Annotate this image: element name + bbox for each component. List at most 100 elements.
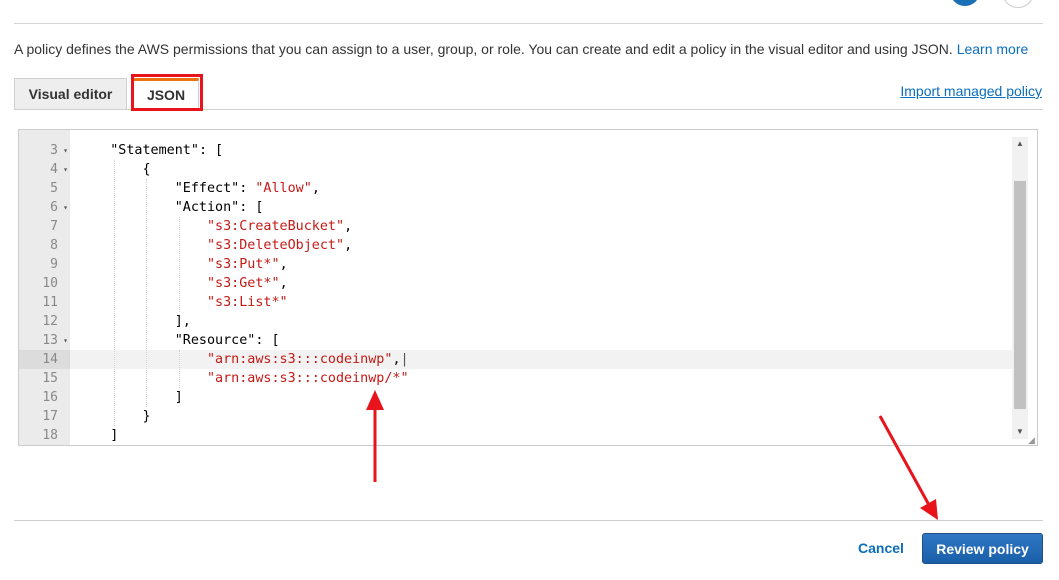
- scrollbar-thumb[interactable]: [1014, 181, 1026, 409]
- code-punctuation: : [: [198, 143, 224, 158]
- code-punctuation: [78, 143, 110, 158]
- line-number-text: 5: [50, 181, 58, 196]
- code-string: "arn:aws:s3:::codeinwp": [207, 352, 393, 367]
- code-string: "s3:Put*": [207, 257, 280, 272]
- line-number-text: 6: [50, 200, 58, 215]
- code-punctuation: [78, 276, 207, 291]
- code-punctuation: ,: [344, 219, 353, 234]
- line-number: 16: [19, 388, 70, 407]
- policy-description-text: A policy defines the AWS permissions tha…: [14, 41, 953, 57]
- code-punctuation: ],: [78, 314, 191, 329]
- line-number-text: 15: [42, 371, 58, 386]
- code-string: "s3:List*": [207, 295, 288, 310]
- line-number: 5: [19, 179, 70, 198]
- code-line[interactable]: "s3:Get*",: [70, 274, 1012, 293]
- code-punctuation: [78, 200, 175, 215]
- top-divider: [14, 23, 1043, 24]
- line-number: 4 ▾: [19, 160, 70, 179]
- text-cursor: |: [400, 352, 409, 367]
- code-punctuation: [78, 352, 207, 367]
- scroll-up-icon[interactable]: ▲: [1012, 137, 1028, 151]
- code-line[interactable]: "arn:aws:s3:::codeinwp/*": [70, 369, 1012, 388]
- code-punctuation: [78, 295, 207, 310]
- code-punctuation: ,: [344, 238, 353, 253]
- code-line[interactable]: "s3:Put*",: [70, 255, 1012, 274]
- indent-guide: [178, 217, 180, 312]
- indent-guide: [178, 350, 180, 388]
- code-string: "arn:aws:s3:::codeinwp/*": [207, 371, 409, 386]
- line-number: 9: [19, 255, 70, 274]
- code-line[interactable]: ]: [70, 426, 1012, 445]
- step-indicator-inactive: [1002, 0, 1034, 8]
- code-line[interactable]: "Action": [: [70, 198, 1012, 217]
- code-punctuation: [78, 219, 207, 234]
- line-number: 17: [19, 407, 70, 426]
- footer-divider: [14, 520, 1043, 521]
- code-line[interactable]: "arn:aws:s3:::codeinwp",|: [70, 350, 1012, 369]
- line-number-text: 9: [50, 257, 58, 272]
- code-punctuation: [78, 333, 175, 348]
- line-number-text: 17: [42, 409, 58, 424]
- indent-guide: [114, 160, 116, 426]
- code-punctuation: ,: [279, 257, 288, 272]
- annotation-highlight-box: [131, 74, 203, 111]
- step-indicator-active: [950, 0, 980, 6]
- editor-vertical-scrollbar[interactable]: ▲ ▼: [1012, 137, 1028, 439]
- code-punctuation: [78, 257, 207, 272]
- code-line[interactable]: "s3:DeleteObject",: [70, 236, 1012, 255]
- code-line[interactable]: ]: [70, 388, 1012, 407]
- line-number-text: 10: [42, 276, 58, 291]
- json-code-editor[interactable]: 3 ▾ 4 ▾ 5 6 ▾ 7 8 9 10 11 12 13 ▾ 14 15 16 17 18 "Statement…: [18, 129, 1038, 446]
- line-number-text: 7: [50, 219, 58, 234]
- code-line[interactable]: ],: [70, 312, 1012, 331]
- code-punctuation: ,: [392, 352, 401, 367]
- code-line[interactable]: {: [70, 160, 1012, 179]
- code-line[interactable]: "s3:List*": [70, 293, 1012, 312]
- fold-arrow-icon[interactable]: ▾: [63, 160, 68, 179]
- policy-description: A policy defines the AWS permissions tha…: [14, 41, 1028, 57]
- code-line[interactable]: "s3:CreateBucket",: [70, 217, 1012, 236]
- line-number: 13 ▾: [19, 331, 70, 350]
- code-string: "s3:Get*": [207, 276, 280, 291]
- fold-arrow-icon[interactable]: ▾: [63, 331, 68, 350]
- code-line-partial: [70, 130, 1012, 141]
- code-punctuation: ,: [311, 181, 320, 196]
- import-managed-policy-link[interactable]: Import managed policy: [900, 83, 1042, 99]
- code-content[interactable]: "Statement": [ { "Effect": "Allow", "Act…: [70, 130, 1012, 445]
- cancel-button[interactable]: Cancel: [858, 540, 904, 556]
- code-key: "Action": [174, 200, 240, 215]
- code-punctuation: ]: [78, 428, 119, 443]
- line-number: 6 ▾: [19, 198, 70, 217]
- fold-arrow-icon[interactable]: ▾: [63, 198, 68, 217]
- line-number-gutter: 3 ▾ 4 ▾ 5 6 ▾ 7 8 9 10 11 12 13 ▾ 14 15 16 17 18: [19, 130, 70, 445]
- code-key: "Statement": [110, 143, 199, 158]
- fold-arrow-icon[interactable]: ▾: [63, 141, 68, 160]
- review-policy-button[interactable]: Review policy: [922, 533, 1043, 564]
- code-line[interactable]: }: [70, 407, 1012, 426]
- code-key: "Resource": [174, 333, 256, 348]
- line-number-text: 16: [42, 390, 58, 405]
- line-number: 12: [19, 312, 70, 331]
- code-line[interactable]: "Statement": [: [70, 141, 1012, 160]
- line-number-text: 12: [42, 314, 58, 329]
- code-line[interactable]: "Resource": [: [70, 331, 1012, 350]
- code-string: "Allow": [255, 181, 312, 196]
- scroll-down-icon[interactable]: ▼: [1012, 425, 1028, 439]
- code-punctuation: [78, 181, 175, 196]
- code-string: "s3:CreateBucket": [207, 219, 345, 234]
- learn-more-link[interactable]: Learn more: [957, 41, 1029, 57]
- line-number-text: 14: [42, 352, 58, 367]
- line-number-text: 4: [50, 162, 58, 177]
- line-number-text: 18: [42, 428, 58, 443]
- tab-visual-editor[interactable]: Visual editor: [14, 78, 127, 109]
- code-punctuation: :: [239, 181, 256, 196]
- line-number-text: 13: [42, 333, 58, 348]
- code-line[interactable]: "Effect": "Allow",: [70, 179, 1012, 198]
- line-number: 15: [19, 369, 70, 388]
- line-number: 11: [19, 293, 70, 312]
- line-number: 7: [19, 217, 70, 236]
- code-punctuation: [78, 371, 207, 386]
- resize-grip-icon[interactable]: ◢: [1028, 436, 1036, 445]
- line-number-text: 8: [50, 238, 58, 253]
- code-punctuation: [78, 238, 207, 253]
